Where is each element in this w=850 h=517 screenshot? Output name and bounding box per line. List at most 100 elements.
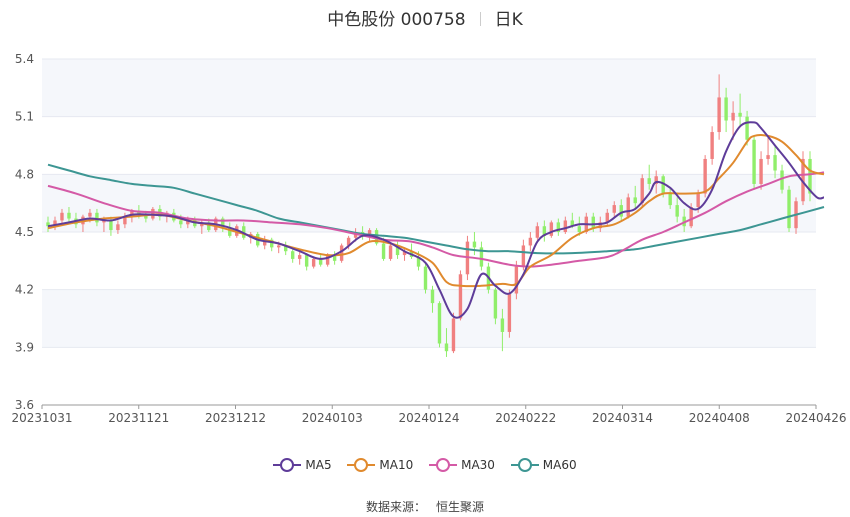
kline-chart: 3.6 3.9 4.2 4.5 4.8 5.1 5.4 20231031 20231121 202…	[11, 52, 846, 425]
legend-ma60-dot	[517, 458, 532, 472]
candle-body	[787, 189, 791, 229]
y-tick-label: 5.4	[15, 52, 34, 66]
candle-body	[67, 212, 71, 219]
candle	[388, 243, 393, 261]
x-tick-label: 20231212	[205, 411, 266, 425]
candle	[458, 270, 463, 321]
candle	[297, 251, 302, 265]
candle-body	[339, 245, 344, 261]
candle-body	[430, 289, 435, 304]
candle-body	[179, 220, 183, 225]
candle	[290, 249, 295, 263]
candle-body	[780, 170, 784, 190]
legend-ma10-label: MA10	[379, 458, 414, 472]
legend-ma60-icon	[510, 458, 539, 472]
y-tick-label: 4.8	[15, 167, 34, 181]
data-source: 数据来源： 恒生聚源	[0, 498, 850, 515]
candle-body	[703, 158, 707, 194]
x-tick-label: 20240426	[785, 411, 846, 425]
candle-body	[109, 220, 113, 231]
candle-body	[752, 139, 756, 184]
legend-ma30-icon	[429, 458, 458, 472]
candle	[479, 241, 484, 271]
candle-body	[388, 245, 393, 259]
x-tick-label: 20240314	[592, 411, 653, 425]
x-tick-label: 20240222	[495, 411, 556, 425]
candle	[528, 232, 533, 252]
legend-ma5-dot	[280, 458, 295, 472]
candle-body	[458, 274, 463, 319]
candle-body	[423, 266, 428, 290]
candle	[270, 237, 274, 252]
grid-band	[42, 289, 816, 348]
legend-ma60-label: MA60	[542, 458, 577, 472]
candle	[472, 232, 477, 256]
candle-body	[577, 226, 582, 232]
candle-body	[500, 318, 505, 332]
legend-ma10[interactable]: MA10	[347, 458, 413, 472]
candle-body	[675, 205, 679, 217]
candle-body	[612, 205, 616, 213]
candle-body	[507, 293, 512, 332]
x-tick-label: 20231031	[11, 411, 72, 425]
candle	[773, 145, 777, 179]
candle	[787, 185, 791, 232]
candle-body	[731, 112, 735, 121]
legend-ma60[interactable]: MA60	[510, 458, 577, 472]
candle-body	[549, 222, 554, 236]
candle-body	[451, 318, 456, 352]
candle	[437, 301, 442, 348]
candle-body	[381, 243, 386, 259]
candle	[507, 289, 512, 338]
grid-band	[42, 174, 816, 232]
legend: MA5 MA10 MA30 MA60	[0, 458, 850, 475]
legend-ma5[interactable]: MA5	[273, 458, 332, 472]
y-tick-label: 4.2	[15, 283, 34, 297]
candle	[710, 126, 714, 165]
candle-body	[521, 245, 526, 267]
candle-body	[619, 205, 623, 217]
legend-ma5-icon	[273, 458, 302, 472]
candle	[752, 135, 756, 190]
candle-body	[311, 258, 316, 267]
candle-body	[633, 197, 637, 204]
x-tick-label: 20240103	[302, 411, 363, 425]
candle-body	[95, 212, 99, 223]
candle-body	[528, 237, 533, 246]
candle-body	[710, 132, 714, 159]
y-tick-label: 3.9	[15, 340, 34, 354]
candle-body	[535, 226, 540, 238]
grid-band	[42, 59, 816, 117]
candle	[451, 312, 456, 354]
candle	[318, 255, 323, 267]
y-tick-label: 4.5	[15, 225, 34, 239]
candle-body	[437, 303, 442, 344]
x-tick-label: 20231121	[108, 411, 169, 425]
candle-body	[563, 220, 568, 232]
candle-body	[116, 224, 120, 231]
legend-ma30[interactable]: MA30	[429, 458, 495, 472]
source-value: 恒生聚源	[436, 500, 485, 514]
legend-ma10-dot	[354, 458, 369, 472]
candle-body	[745, 116, 749, 140]
candle-body	[766, 155, 770, 159]
candle-body	[591, 216, 595, 229]
candle-body	[689, 207, 693, 227]
candle-body	[304, 255, 309, 267]
candle-body	[290, 251, 295, 259]
y-tick-label: 5.1	[15, 110, 34, 124]
candle	[549, 220, 554, 238]
candle	[283, 241, 288, 256]
candle-body	[626, 197, 630, 217]
candle-body	[773, 155, 777, 171]
candle-body	[647, 178, 651, 184]
candle-body	[724, 97, 728, 121]
candle	[766, 135, 770, 165]
candle-body	[493, 289, 498, 319]
candle-body	[297, 255, 302, 259]
source-label: 数据来源：	[365, 500, 426, 514]
x-tick-label: 20240124	[398, 411, 459, 425]
y-tick-label: 3.6	[15, 398, 34, 412]
candle-body	[717, 97, 721, 133]
candle	[339, 243, 344, 263]
